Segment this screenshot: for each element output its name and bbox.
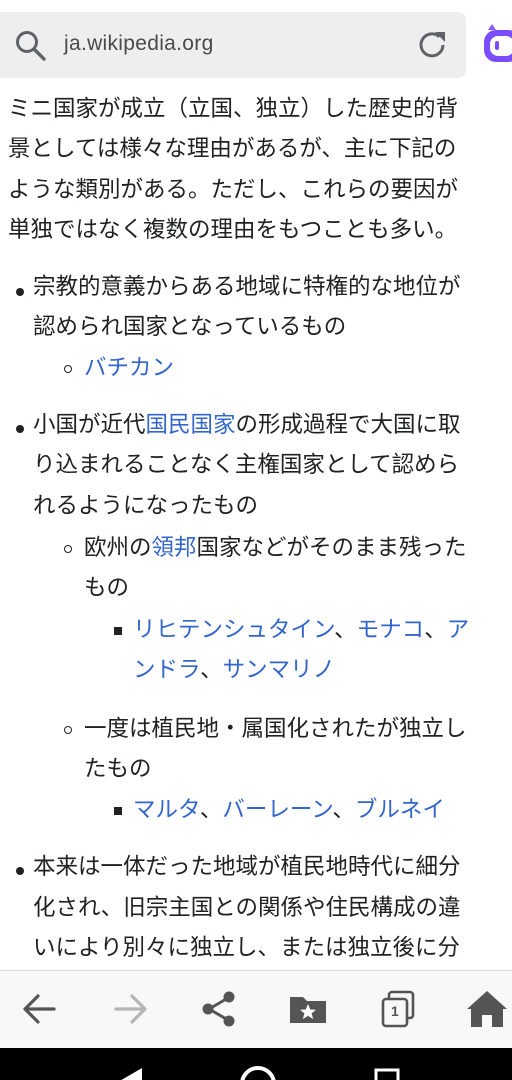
item3-line-3: いにより別々に独立し、または独立後に分 xyxy=(33,935,461,961)
article-content: ミニ国家が成立（立国、独立）した歴史的背 景としては様々な理由があるが、主に下記… xyxy=(0,92,512,970)
back-button[interactable] xyxy=(16,985,64,1033)
share-button[interactable] xyxy=(195,985,243,1033)
tabs-button[interactable]: 1 xyxy=(374,985,422,1033)
sub2-line-1: 一度は植民地・属国化されたが独立し xyxy=(84,716,467,742)
link-andorra-part1[interactable]: ア xyxy=(447,617,470,643)
link-liechtenstein[interactable]: リヒテンシュタイン xyxy=(133,617,334,643)
item1-line-2: 認められ国家となっているもの xyxy=(33,314,347,340)
bookmarks-button[interactable] xyxy=(284,985,332,1033)
bullet-circle xyxy=(64,365,72,373)
intro-line-2: 景としては様々な理由があるが、主に下記の xyxy=(8,136,457,162)
back-icon xyxy=(23,994,56,1024)
intro-line-4: 単独ではなく複数の理由をもつことも多い。 xyxy=(8,217,458,243)
item1-line-1: 宗教的意義からある地域に特権的な地位が xyxy=(33,274,461,300)
system-navigation-bar xyxy=(0,1048,512,1080)
item2-line-2: り込まれることなく主権国家として認めら xyxy=(33,452,460,478)
sub2-line-2: たもの xyxy=(84,756,152,782)
item3-line-1: 本来は一体だった地域が植民地時代に細分 xyxy=(33,854,461,880)
link-vatican[interactable]: バチカン xyxy=(84,348,174,389)
separator: 、 xyxy=(334,617,357,643)
intro-line-1: ミニ国家が成立（立国、独立）した歴史的背 xyxy=(8,96,459,122)
tab-count: 1 xyxy=(391,1003,399,1019)
link-brunei[interactable]: ブルネイ xyxy=(355,797,445,823)
bullet-disc xyxy=(16,288,24,296)
link-nation-state[interactable]: 国民国家 xyxy=(146,412,236,438)
link-malta[interactable]: マルタ xyxy=(133,797,200,823)
address-bar[interactable]: ja.wikipedia.org xyxy=(0,12,466,78)
link-territorial-state[interactable]: 領邦 xyxy=(152,535,197,561)
sub1-links-line-2: ンドラ、サンマリノ xyxy=(133,650,335,691)
bullet-disc xyxy=(16,425,24,433)
sub1-line-1: 欧州の領邦国家などがそのまま残った xyxy=(84,528,467,569)
link-andorra-part2[interactable]: ンドラ xyxy=(133,657,200,683)
system-recents-icon[interactable] xyxy=(372,1066,402,1080)
separator: 、 xyxy=(424,617,447,643)
item2-text-a: 小国が近代 xyxy=(33,412,146,438)
sub1-text-b: 国家などがそのまま残った xyxy=(196,535,467,561)
bullet-disc xyxy=(16,867,24,875)
system-back-icon[interactable] xyxy=(112,1066,148,1080)
search-icon xyxy=(16,31,46,61)
share-icon xyxy=(202,991,235,1027)
link-monaco[interactable]: モナコ xyxy=(357,617,425,643)
home-button[interactable] xyxy=(463,985,511,1033)
separator: 、 xyxy=(199,797,223,823)
forward-button[interactable] xyxy=(106,985,154,1033)
sub1-links-line-1: リヒテンシュタイン、モナコ、ア xyxy=(133,610,469,651)
bullet-square xyxy=(114,807,122,815)
item3-line-2: 化され、旧宗主国との関係や住民構成の違 xyxy=(33,895,461,921)
home-icon xyxy=(467,991,507,1027)
link-bahrain[interactable]: バーレーン xyxy=(222,797,332,823)
sub1-text-a: 欧州の xyxy=(84,535,152,561)
intro-line-3: ような類別がある。ただし、これらの要因が xyxy=(8,177,459,203)
bookmarks-icon xyxy=(290,997,326,1023)
url-text[interactable]: ja.wikipedia.org xyxy=(64,32,214,56)
separator: 、 xyxy=(332,797,355,823)
item2-line-3: れるようになったもの xyxy=(33,493,259,519)
item2-line-1: 小国が近代国民国家の形成過程で大国に取 xyxy=(33,405,461,446)
browser-toolbar: ja.wikipedia.org xyxy=(0,0,512,92)
reload-icon[interactable] xyxy=(414,27,450,63)
copilot-icon[interactable] xyxy=(482,22,512,68)
bottom-navigation-bar: 1 xyxy=(0,970,512,1049)
bullet-square xyxy=(114,627,122,635)
sub1-line-2: もの xyxy=(84,575,130,601)
item2-text-b: の形成過程で大国に取 xyxy=(235,412,461,438)
system-home-icon[interactable] xyxy=(236,1062,280,1080)
bullet-circle xyxy=(64,726,72,734)
sub2-links-line: マルタ、バーレーン、ブルネイ xyxy=(133,790,445,831)
link-san-marino[interactable]: サンマリノ xyxy=(223,657,336,683)
bullet-circle xyxy=(64,545,72,553)
separator: 、 xyxy=(200,657,223,683)
forward-icon xyxy=(114,994,147,1024)
